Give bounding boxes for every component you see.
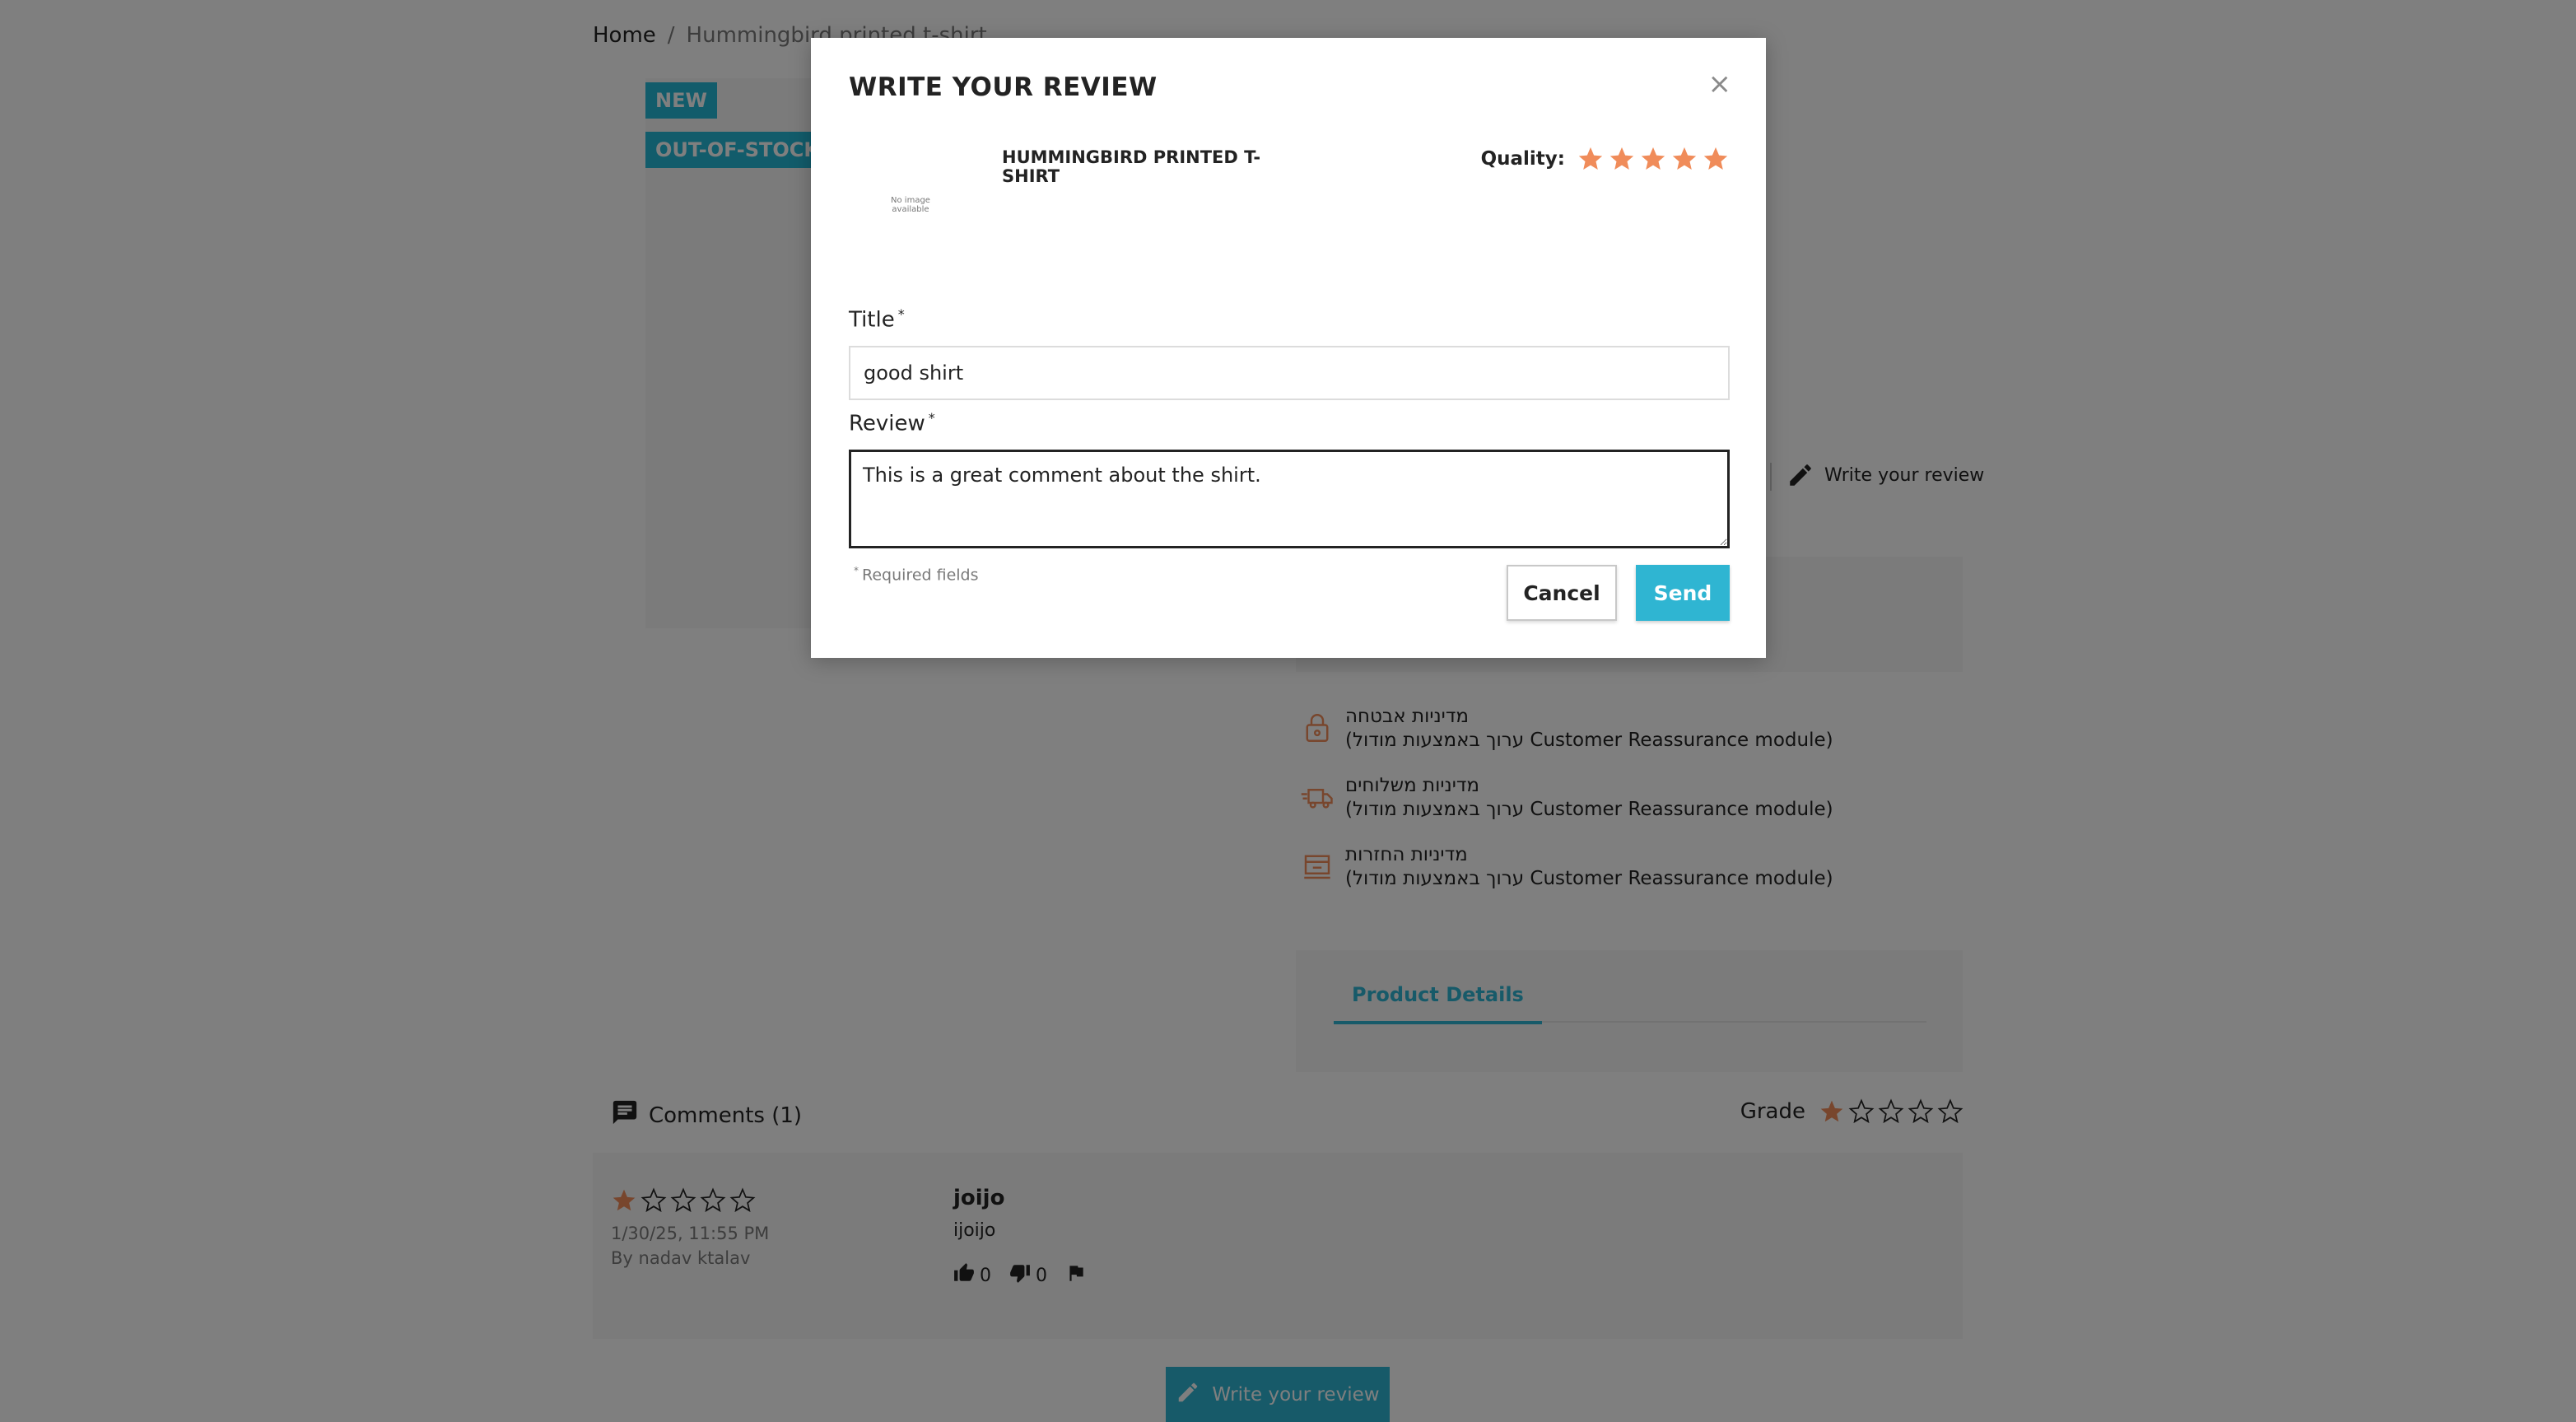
review-label-text: Review: [849, 411, 925, 436]
required-fields-text: Required fields: [862, 566, 979, 585]
quality-label: Quality:: [1480, 148, 1565, 170]
title-input[interactable]: [849, 346, 1730, 400]
title-label: Title *: [849, 306, 905, 333]
review-label: Review *: [849, 410, 935, 436]
review-textarea[interactable]: This is a great comment about the shirt.: [849, 450, 1730, 548]
star-filled-icon[interactable]: [1608, 145, 1636, 173]
required-asterisk: *: [928, 410, 935, 426]
close-icon[interactable]: ×: [1708, 70, 1732, 98]
star-filled-icon[interactable]: [1702, 145, 1730, 173]
star-filled-icon[interactable]: [1577, 145, 1605, 173]
star-filled-icon[interactable]: [1670, 145, 1698, 173]
modal-title: WRITE YOUR REVIEW: [849, 72, 1158, 102]
review-modal: WRITE YOUR REVIEW × No image available H…: [811, 38, 1766, 658]
star-filled-icon[interactable]: [1639, 145, 1667, 173]
cancel-button[interactable]: Cancel: [1507, 565, 1617, 621]
product-name: HUMMINGBIRD PRINTED T-SHIRT: [1002, 147, 1261, 186]
send-button[interactable]: Send: [1636, 565, 1730, 621]
quality-stars[interactable]: [1577, 145, 1730, 173]
title-label-text: Title: [849, 307, 895, 333]
required-fields-note: * Required fields: [854, 565, 979, 584]
required-asterisk: *: [897, 306, 905, 322]
required-asterisk: *: [854, 565, 859, 576]
no-image-placeholder: No image available: [891, 196, 930, 214]
quality-rating: Quality:: [1481, 145, 1730, 173]
product-thumbnail: No image available: [849, 143, 972, 267]
